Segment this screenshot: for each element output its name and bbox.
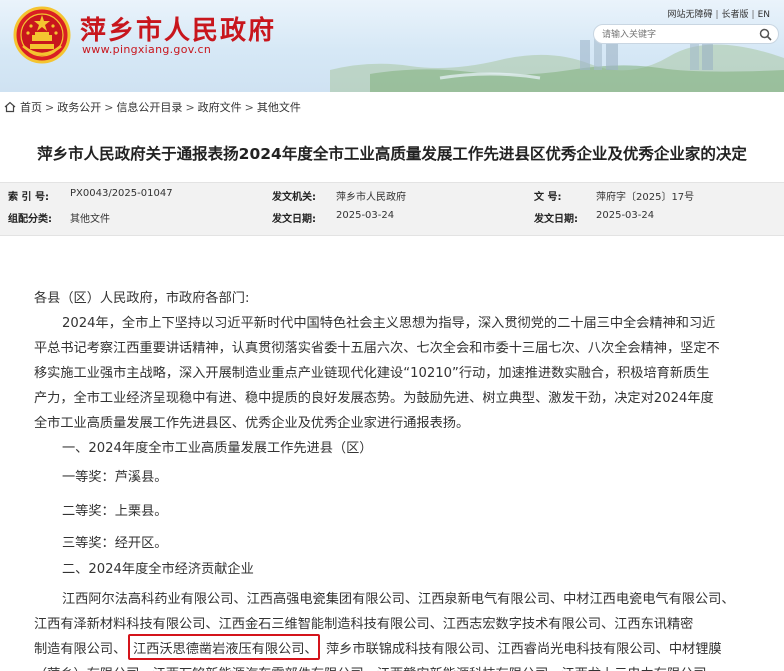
meta-index-label: 索 引 号: <box>8 192 49 203</box>
breadcrumb-separator: > <box>104 100 114 114</box>
company-list-line: 江西有泽新材料科技有限公司、江西金石三维智能制造科技有限公司、江西志宏数字技术有… <box>34 617 694 632</box>
meta-publish-date-label: 发文日期: <box>534 214 578 225</box>
breadcrumb-separator: > <box>185 100 195 114</box>
award-third-prize: 三等奖：经开区。 <box>62 536 168 551</box>
meta-row: 组配分类: 其他文件 发文日期: 2025-03-24 发文日期: 2025-0… <box>0 210 784 234</box>
accessibility-link[interactable]: 网站无障碍 <box>667 10 712 20</box>
company-list-line: 制造有限公司、 <box>34 642 127 657</box>
english-link[interactable]: EN <box>758 10 770 20</box>
meta-issuer-value: 萍乡市人民政府 <box>336 192 406 203</box>
meta-docno-value: 萍府字〔2025〕17号 <box>596 192 695 203</box>
breadcrumb-item-gov-affairs[interactable]: 政务公开 <box>57 99 101 115</box>
meta-issue-date-label: 发文日期: <box>272 214 316 225</box>
search-box[interactable] <box>593 24 779 44</box>
article-title: 萍乡市人民政府关于通报表扬2024年度全市工业高质量发展工作先进县区优秀企业及优… <box>37 145 747 163</box>
body-paragraph-line: 产力，全市工业经济呈现稳中有进、稳中提质的良好发展态势。为鼓励先进、树立典型、激… <box>34 391 714 406</box>
home-icon <box>4 101 16 113</box>
search-input[interactable] <box>602 28 752 41</box>
breadcrumb-separator: > <box>244 100 254 114</box>
national-emblem-logo <box>13 6 71 64</box>
site-header: 萍乡市人民政府 www.pingxiang.gov.cn 网站无障碍 | 长者版 | E… <box>0 0 784 92</box>
body-paragraph-line: 平总书记考察江西重要讲话精神，认真贯彻落实省委十五届六次、七次全会和市委十三届七… <box>34 341 720 356</box>
breadcrumb-item-other-documents[interactable]: 其他文件 <box>257 99 301 115</box>
body-paragraph-line: 全市工业高质量发展工作先进县区、优秀企业及优秀企业家进行通报表扬。 <box>34 416 470 431</box>
meta-publish-date-value: 2025-03-24 <box>596 210 655 221</box>
meta-row: 索 引 号: PX0043/2025-01047 发文机关: 萍乡市人民政府 文… <box>0 188 784 212</box>
body-paragraph-line: 移实施工业强市主战略，深入开展制造业重点产业链现代化建设“10210”行动，加速… <box>34 366 710 381</box>
top-links: 网站无障碍 | 长者版 | EN <box>667 7 770 20</box>
breadcrumb: 首页 > 政务公开 > 信息公开目录 > 政府文件 > 其他文件 <box>0 96 784 118</box>
meta-docno-label: 文 号: <box>534 192 562 203</box>
section-heading: 一、2024年度全市工业高质量发展工作先进县（区） <box>62 441 373 456</box>
company-list-line: （萍乡）有限公司、江西万铭新能源汽车零部件有限公司、江西赣安新能源科技有限公司、… <box>34 663 720 671</box>
meta-category-value: 其他文件 <box>70 214 110 225</box>
meta-issuer-label: 发文机关: <box>272 192 316 203</box>
award-second-prize: 二等奖：上栗县。 <box>62 504 168 519</box>
section-heading: 二、2024年度全市经济贡献企业 <box>62 562 254 577</box>
meta-index-value: PX0043/2025-01047 <box>70 188 173 199</box>
salutation: 各县（区）人民政府，市政府各部门: <box>34 291 250 306</box>
breadcrumb-item-home[interactable]: 首页 <box>20 99 42 115</box>
award-first-prize: 一等奖：芦溪县。 <box>62 470 168 485</box>
site-title[interactable]: 萍乡市人民政府 <box>80 10 276 47</box>
elderly-mode-link[interactable]: 长者版 <box>722 10 749 20</box>
site-url: www.pingxiang.gov.cn <box>82 43 212 56</box>
search-icon[interactable] <box>759 28 772 41</box>
company-list-line: 萍乡市联锦成科技有限公司、江西睿尚光电科技有限公司、中材锂膜 <box>326 642 722 657</box>
separator: | <box>751 10 755 20</box>
body-paragraph-line: 2024年，全市上下坚持以习近平新时代中国特色社会主义思想为指导，深入贯彻党的二… <box>62 316 716 331</box>
breadcrumb-item-info-catalog[interactable]: 信息公开目录 <box>116 99 182 115</box>
meta-category-label: 组配分类: <box>8 214 52 225</box>
separator: | <box>715 10 719 20</box>
red-highlight-box <box>128 634 320 660</box>
company-list-line: 江西阿尔法高科药业有限公司、江西高强电瓷集团有限公司、江西泉新电气有限公司、中材… <box>62 592 735 607</box>
meta-issue-date-value: 2025-03-24 <box>336 210 395 221</box>
breadcrumb-item-gov-documents[interactable]: 政府文件 <box>198 99 242 115</box>
breadcrumb-separator: > <box>45 100 55 114</box>
document-meta-table: 索 引 号: PX0043/2025-01047 发文机关: 萍乡市人民政府 文… <box>0 182 784 236</box>
